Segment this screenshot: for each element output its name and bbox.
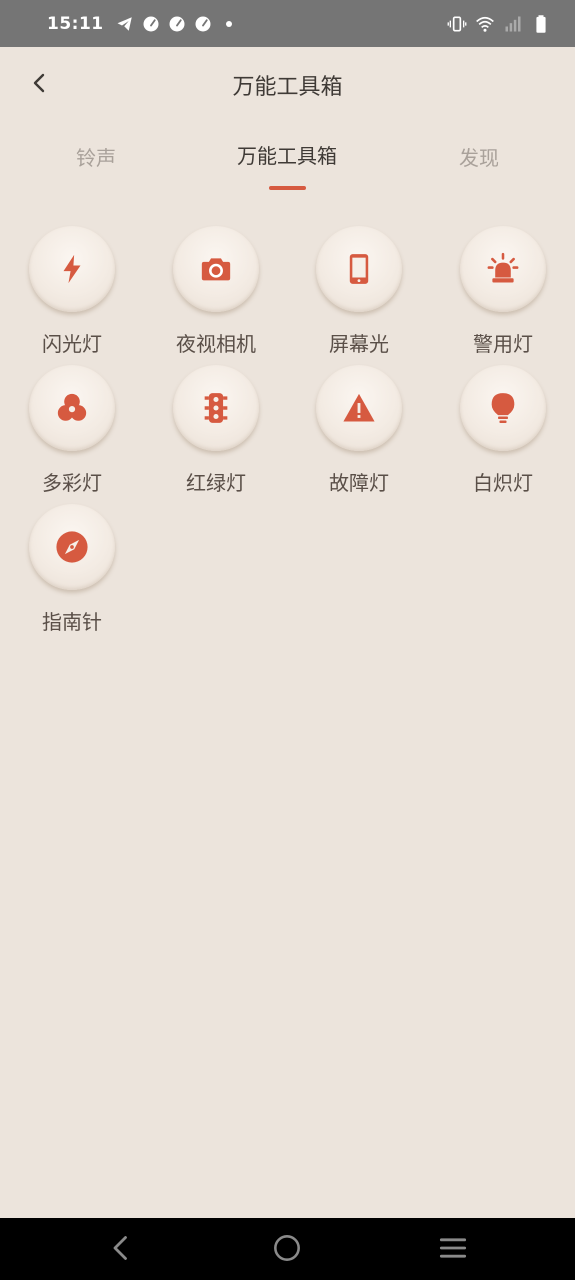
- tool-icon-button[interactable]: [316, 226, 402, 312]
- nav-home-button[interactable]: [271, 1234, 303, 1266]
- wifi-icon: [475, 14, 495, 34]
- tool-icon-button[interactable]: [29, 504, 115, 590]
- tool-color-light[interactable]: 多彩灯: [12, 365, 132, 496]
- tool-label: 夜视相机: [176, 332, 256, 356]
- dot-icon: [225, 20, 232, 27]
- back-icon: [108, 1234, 136, 1266]
- speedometer-icon: [194, 15, 212, 33]
- home-icon: [273, 1234, 301, 1266]
- color-wheel-icon: [57, 393, 87, 421]
- tool-incandescent-light[interactable]: 白炽灯: [443, 365, 563, 496]
- tool-night-camera[interactable]: 夜视相机: [156, 226, 276, 357]
- app-header: 万能工具箱: [0, 47, 575, 121]
- traffic-light-icon: [204, 393, 228, 423]
- tool-flashlight[interactable]: 闪光灯: [12, 226, 132, 357]
- speedometer-icon: [168, 15, 186, 33]
- tool-icon-button[interactable]: [173, 226, 259, 312]
- tab-active-indicator: [269, 186, 306, 190]
- tool-icon-button[interactable]: [173, 365, 259, 451]
- nav-back-button[interactable]: [106, 1234, 138, 1266]
- tool-label: 白炽灯: [473, 471, 533, 495]
- tool-police-light[interactable]: 警用灯: [443, 226, 563, 357]
- tool-label: 指南针: [42, 610, 102, 634]
- tool-label: 闪光灯: [42, 332, 102, 356]
- status-notification-icons: [116, 15, 232, 33]
- status-system-icons: [447, 14, 551, 34]
- tool-icon-button[interactable]: [460, 226, 546, 312]
- tab-bar: 铃声 万能工具箱 发现: [0, 134, 575, 194]
- nav-menu-button[interactable]: [437, 1234, 469, 1266]
- signal-icon: [503, 14, 523, 34]
- tool-icon-button[interactable]: [460, 365, 546, 451]
- tool-traffic-light[interactable]: 红绿灯: [156, 365, 276, 496]
- tool-label: 故障灯: [329, 471, 389, 495]
- telegram-icon: [116, 15, 134, 33]
- tool-label: 多彩灯: [42, 471, 102, 495]
- battery-icon: [531, 14, 551, 34]
- compass-icon: [56, 531, 88, 563]
- tab-toolbox[interactable]: 万能工具箱: [237, 140, 337, 169]
- tab-discover[interactable]: 发现: [459, 142, 499, 171]
- tool-label: 屏幕光: [329, 332, 389, 356]
- tool-compass[interactable]: 指南针: [12, 504, 132, 635]
- camera-icon: [201, 258, 231, 281]
- tool-label: 红绿灯: [186, 471, 246, 495]
- system-nav-bar: [0, 1218, 575, 1280]
- speedometer-icon: [142, 15, 160, 33]
- tool-label: 警用灯: [473, 332, 533, 356]
- tool-icon-button[interactable]: [316, 365, 402, 451]
- flash-icon: [63, 254, 81, 284]
- page-title: 万能工具箱: [232, 75, 343, 100]
- tab-ringtones[interactable]: 铃声: [76, 142, 116, 171]
- menu-icon: [439, 1234, 467, 1266]
- vibrate-icon: [447, 14, 467, 34]
- tool-icon-button[interactable]: [29, 365, 115, 451]
- status-bar: 15:11: [0, 0, 575, 47]
- warning-icon: [343, 393, 375, 422]
- bulb-icon: [491, 393, 515, 424]
- tool-hazard-light[interactable]: 故障灯: [299, 365, 419, 496]
- phone-icon: [349, 254, 369, 284]
- status-time: 15:11: [47, 13, 104, 34]
- siren-icon: [487, 252, 519, 283]
- tool-icon-button[interactable]: [29, 226, 115, 312]
- tool-screen-light[interactable]: 屏幕光: [299, 226, 419, 357]
